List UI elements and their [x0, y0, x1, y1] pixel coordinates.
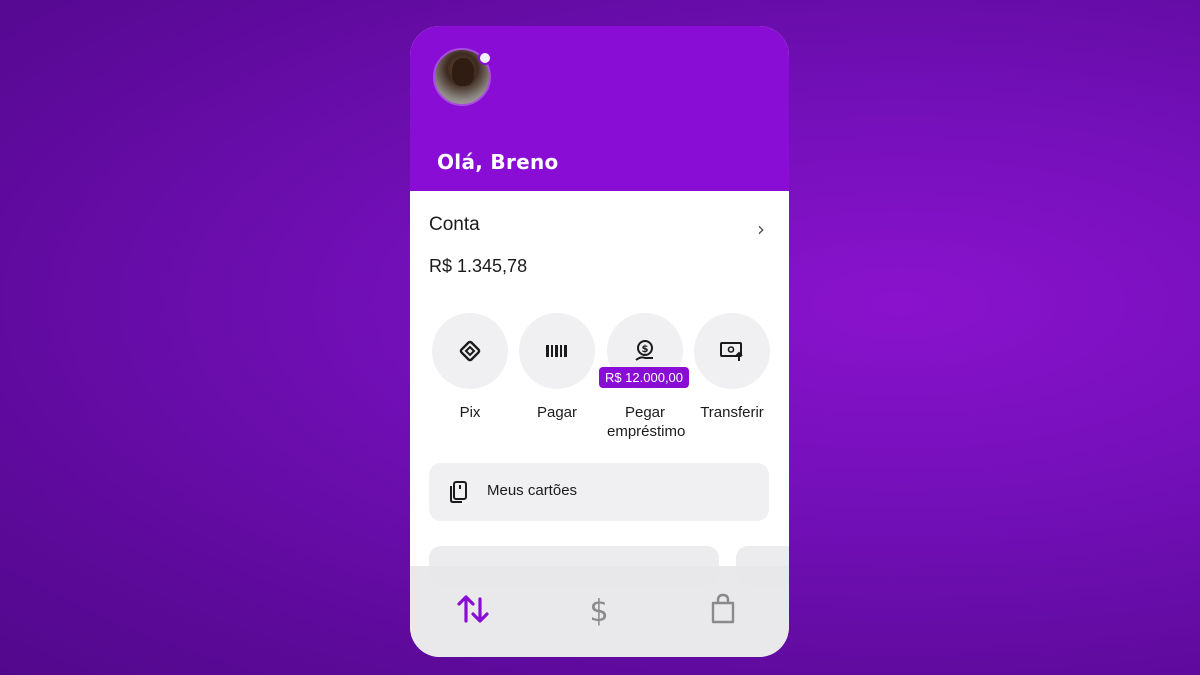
transactions-icon [457, 595, 489, 623]
my-cards-button[interactable]: Meus cartões [429, 463, 769, 521]
barcode-icon [546, 345, 567, 357]
nav-money[interactable]: $ [586, 593, 612, 632]
action-pagar[interactable]: Pagar [519, 313, 595, 422]
account-balance: R$ 1.345,78 [429, 256, 528, 276]
action-emprestimo[interactable]: $ R$ 12.000,00 Pegar empréstimo [599, 313, 689, 441]
account-row[interactable]: Conta › [429, 214, 769, 242]
bottom-navigation: $ [410, 566, 789, 657]
transferir-button[interactable] [694, 313, 770, 389]
quick-actions: Pix Pagar $ R$ 12.000,00 Pegar empréstim… [410, 313, 789, 443]
action-label: Pix [459, 404, 481, 421]
pix-icon [459, 340, 481, 362]
svg-text:$: $ [589, 594, 608, 627]
dollar-icon: $ [589, 594, 608, 629]
action-label: Pagar [536, 404, 578, 421]
svg-text:$: $ [642, 344, 649, 355]
nav-transactions[interactable] [456, 593, 490, 630]
notification-dot [478, 51, 492, 65]
pix-button[interactable] [432, 313, 508, 389]
account-label: Conta [429, 214, 480, 235]
app-header: Olá, Breno [410, 26, 789, 191]
shopping-bag-icon [711, 593, 735, 624]
action-label: Transferir [700, 404, 764, 421]
pagar-button[interactable] [519, 313, 595, 389]
loan-icon: $ [635, 340, 653, 361]
loan-offer-badge: R$ 12.000,00 [599, 367, 689, 388]
my-cards-label: Meus cartões [487, 482, 578, 499]
avatar-face [452, 58, 474, 86]
chevron-right-icon[interactable]: › [757, 217, 765, 241]
phone-screen: Olá, Breno Conta › R$ 1.345,78 Pix Pagar… [410, 26, 789, 657]
cards-icon [450, 481, 467, 503]
action-label: Pegar empréstimo [607, 404, 686, 440]
transfer-icon [720, 342, 743, 361]
action-pix[interactable]: Pix [432, 313, 508, 422]
nav-shopping[interactable] [709, 593, 737, 630]
action-transferir[interactable]: Transferir [694, 313, 770, 422]
greeting-text: Olá, Breno [437, 150, 559, 174]
